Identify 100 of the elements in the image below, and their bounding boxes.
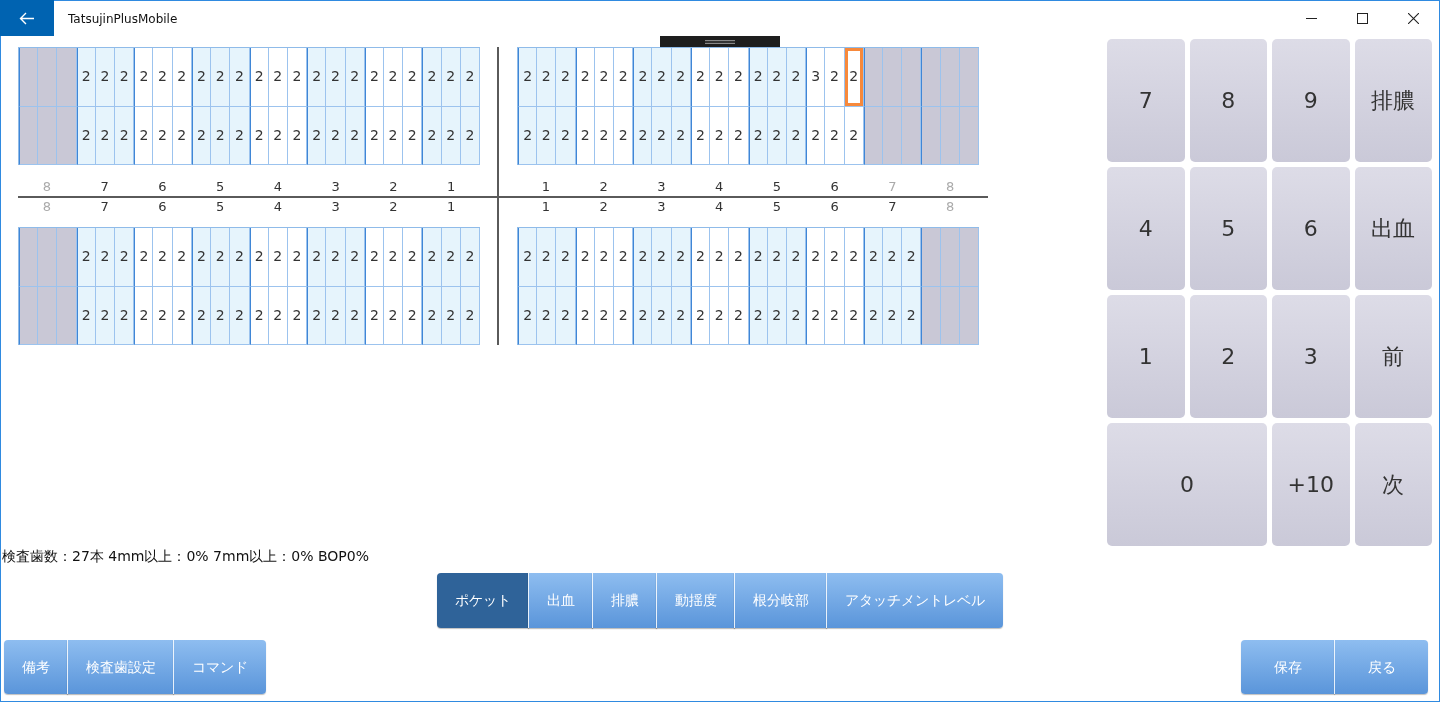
probing-cell[interactable]: 2 <box>383 48 404 107</box>
keypad-key[interactable]: +10 <box>1272 423 1350 546</box>
probing-cell[interactable]: 2 <box>710 48 730 107</box>
keypad-key[interactable]: 8 <box>1189 39 1267 162</box>
probing-cell[interactable]: 2 <box>556 106 576 165</box>
probing-cell[interactable]: 2 <box>652 48 672 107</box>
probing-cell[interactable]: 2 <box>172 228 192 287</box>
probing-cell[interactable]: 2 <box>902 286 922 345</box>
probing-cell[interactable]: 2 <box>633 48 653 107</box>
probing-cell[interactable]: 2 <box>825 228 845 287</box>
probing-cell[interactable]: 2 <box>153 48 173 107</box>
probing-cell[interactable]: 2 <box>633 106 653 165</box>
probing-cell[interactable]: 2 <box>690 48 711 107</box>
probing-cell[interactable]: 2 <box>729 286 749 345</box>
probing-cell[interactable]: 2 <box>902 228 922 287</box>
probing-cell[interactable]: 2 <box>287 228 308 287</box>
keypad-key[interactable]: 5 <box>1189 167 1267 290</box>
back-button[interactable] <box>0 0 54 36</box>
probing-cell[interactable]: 2 <box>153 286 173 345</box>
probing-cell[interactable]: 2 <box>614 48 634 107</box>
probing-cell[interactable]: 2 <box>729 106 749 165</box>
keypad-key[interactable]: 2 <box>1189 295 1267 418</box>
probing-cell[interactable]: 2 <box>671 48 691 107</box>
probing-cell[interactable]: 2 <box>537 286 557 345</box>
probing-cell[interactable]: 2 <box>287 48 308 107</box>
keypad-key[interactable]: 4 <box>1107 167 1185 290</box>
probing-cell[interactable]: 2 <box>844 228 864 287</box>
probing-cell[interactable]: 2 <box>403 228 423 287</box>
probing-cell[interactable]: 2 <box>633 286 653 345</box>
probing-cell[interactable]: 2 <box>633 228 653 287</box>
probing-cell[interactable]: 2 <box>537 48 557 107</box>
probing-cell[interactable]: 2 <box>748 48 768 107</box>
probing-cell[interactable]: 2 <box>575 48 595 107</box>
probing-cell[interactable]: 2 <box>825 48 845 107</box>
probing-cell[interactable]: 2 <box>806 106 826 165</box>
probing-cell[interactable]: 2 <box>518 286 538 345</box>
probing-cell[interactable]: 2 <box>422 286 442 345</box>
probing-cell[interactable]: 2 <box>537 106 557 165</box>
probing-cell[interactable]: 2 <box>403 286 423 345</box>
probing-cell[interactable]: 2 <box>422 48 442 107</box>
probing-cell[interactable]: 2 <box>729 48 749 107</box>
probing-cell[interactable]: 2 <box>710 106 730 165</box>
probing-cell[interactable]: 2 <box>556 228 576 287</box>
probing-cell[interactable]: 2 <box>882 228 903 287</box>
probing-cell[interactable]: 2 <box>556 286 576 345</box>
probing-cell[interactable]: 2 <box>172 48 192 107</box>
probing-cell[interactable]: 2 <box>191 228 212 287</box>
probing-cell[interactable]: 2 <box>594 48 615 107</box>
probing-cell[interactable]: 2 <box>191 48 212 107</box>
probing-cell[interactable]: 2 <box>441 228 461 287</box>
keypad-key[interactable]: 前 <box>1354 295 1432 418</box>
probing-cell[interactable]: 2 <box>614 228 634 287</box>
probing-cell[interactable]: 2 <box>767 228 787 287</box>
probing-cell[interactable]: 2 <box>403 106 423 165</box>
probing-cell[interactable]: 2 <box>134 228 154 287</box>
probing-cell[interactable]: 2 <box>115 106 135 165</box>
probing-cell[interactable]: 2 <box>556 48 576 107</box>
probing-cell[interactable]: 2 <box>652 286 672 345</box>
probing-cell[interactable]: 2 <box>326 106 346 165</box>
probing-cell[interactable]: 2 <box>594 228 615 287</box>
keypad-key[interactable]: 0 <box>1107 423 1267 546</box>
probing-cell[interactable]: 2 <box>422 228 442 287</box>
probing-cell[interactable]: 2 <box>115 286 135 345</box>
probing-cell[interactable]: 2 <box>115 228 135 287</box>
probing-cell[interactable]: 2 <box>403 48 423 107</box>
probing-cell[interactable]: 2 <box>614 106 634 165</box>
probing-cell[interactable]: 2 <box>652 228 672 287</box>
probing-cell[interactable]: 2 <box>326 286 346 345</box>
probing-cell[interactable]: 2 <box>95 228 116 287</box>
probing-cell[interactable]: 2 <box>825 286 845 345</box>
probing-cell[interactable]: 2 <box>767 48 787 107</box>
probing-cell[interactable]: 2 <box>364 228 384 287</box>
probing-cell[interactable]: 2 <box>326 48 346 107</box>
probing-cell[interactable]: 2 <box>345 48 365 107</box>
probing-cell[interactable]: 2 <box>211 106 231 165</box>
probing-cell[interactable]: 2 <box>134 48 154 107</box>
probing-cell[interactable]: 2 <box>230 48 250 107</box>
probing-cell[interactable]: 2 <box>307 48 327 107</box>
probing-cell[interactable]: 2 <box>134 106 154 165</box>
probing-cell[interactable]: 2 <box>268 48 288 107</box>
probing-cell[interactable]: 2 <box>460 228 480 287</box>
probing-cell[interactable]: 2 <box>863 228 883 287</box>
probing-cell[interactable]: 2 <box>690 228 711 287</box>
keypad-key[interactable]: 6 <box>1272 167 1350 290</box>
probing-cell[interactable]: 2 <box>268 228 288 287</box>
probing-cell[interactable]: 2 <box>153 228 173 287</box>
probing-cell[interactable]: 2 <box>671 228 691 287</box>
probing-cell[interactable]: 2 <box>345 228 365 287</box>
probing-cell[interactable]: 2 <box>383 228 404 287</box>
probing-cell[interactable]: 2 <box>710 228 730 287</box>
probing-cell[interactable]: 2 <box>614 286 634 345</box>
keypad-key[interactable]: 9 <box>1272 39 1350 162</box>
keypad-key[interactable]: 出血 <box>1354 167 1432 290</box>
keypad-key[interactable]: 排膿 <box>1354 39 1432 162</box>
probing-cell[interactable]: 2 <box>211 286 231 345</box>
probing-cell[interactable]: 2 <box>76 228 96 287</box>
probing-cell[interactable]: 2 <box>211 228 231 287</box>
probing-cell[interactable]: 2 <box>95 48 116 107</box>
keypad-key[interactable]: 7 <box>1107 39 1185 162</box>
keypad-key[interactable]: 1 <box>1107 295 1185 418</box>
